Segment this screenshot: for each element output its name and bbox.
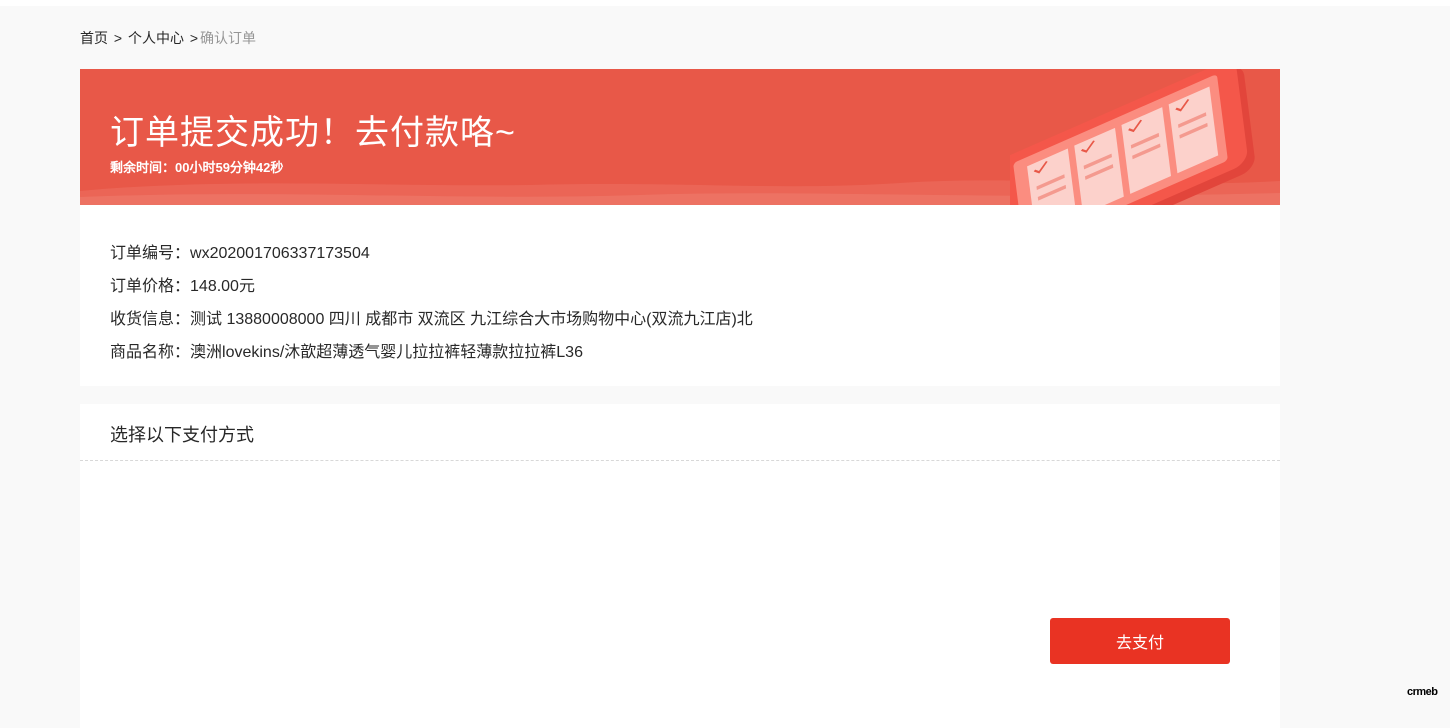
- order-success-banner: 订单提交成功！去付款咯~ 剩余时间：00小时59分钟42秒: [80, 69, 1280, 205]
- product-name-row: 商品名称：澳洲lovekins/沐歆超薄透气婴儿拉拉裤轻薄款拉拉裤L36: [110, 338, 583, 362]
- breadcrumb-separator: >: [113, 30, 123, 46]
- payment-divider: [80, 460, 1280, 461]
- top-strip: [0, 0, 1454, 6]
- shipping-info-label: 收货信息：: [110, 311, 191, 328]
- order-info-card: 订单编号：wx202001706337173504 订单价格：148.00元 收…: [80, 205, 1280, 386]
- crmeb-logo: crmeb: [1407, 686, 1438, 698]
- phone-illustration-icon: [1010, 69, 1255, 205]
- order-number-value: wx202001706337173504: [190, 245, 370, 262]
- breadcrumb: 首页 > 个人中心 > 确认订单: [80, 28, 256, 48]
- product-name-value: 澳洲lovekins/沐歆超薄透气婴儿拉拉裤轻薄款拉拉裤L36: [190, 344, 583, 361]
- order-price-value: 148.00元: [190, 278, 255, 295]
- countdown-timer: 剩余时间：00小时59分钟42秒: [110, 157, 283, 176]
- shipping-info-value: 测试 13880008000 四川 成都市 双流区 九江综合大市场购物中心(双流…: [190, 311, 753, 328]
- breadcrumb-center-link[interactable]: 个人中心: [128, 30, 184, 46]
- payment-method-title: 选择以下支付方式: [110, 425, 254, 445]
- order-number-label: 订单编号：: [110, 245, 191, 262]
- shipping-info-row: 收货信息：测试 13880008000 四川 成都市 双流区 九江综合大市场购物…: [110, 305, 753, 329]
- product-name-label: 商品名称：: [110, 344, 191, 361]
- banner-title: 订单提交成功！去付款咯~: [110, 114, 516, 152]
- order-price-row: 订单价格：148.00元: [110, 272, 255, 296]
- payment-method-card: 选择以下支付方式 去支付: [80, 404, 1280, 728]
- breadcrumb-home-link[interactable]: 首页: [80, 30, 108, 46]
- breadcrumb-current: 确认订单: [200, 30, 257, 46]
- go-pay-button[interactable]: 去支付: [1050, 618, 1230, 664]
- breadcrumb-separator: >: [189, 30, 199, 46]
- countdown-value: 00小时59分钟42秒: [175, 160, 284, 175]
- countdown-label: 剩余时间：: [110, 160, 176, 175]
- right-edge: [1450, 0, 1454, 728]
- order-price-label: 订单价格：: [110, 278, 191, 295]
- order-number-row: 订单编号：wx202001706337173504: [110, 239, 370, 263]
